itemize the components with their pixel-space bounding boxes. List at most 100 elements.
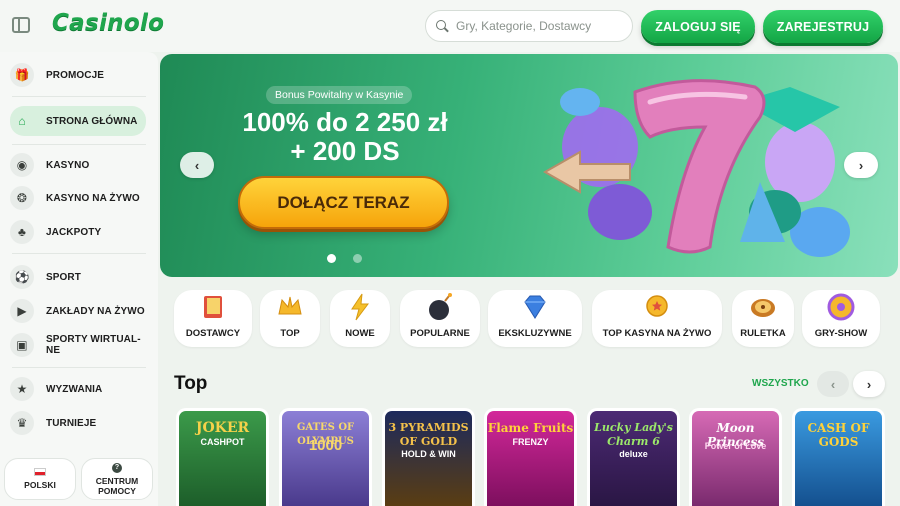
category-label: DOSTAWCY [185, 328, 241, 339]
sidebar-toggle-icon[interactable] [12, 17, 30, 33]
category-label: TOP KASYNA NA ŻYWO [602, 328, 712, 339]
sidebar-item-home[interactable]: ⌂ STRONA GŁÓWNA [10, 106, 146, 136]
sidebar-item-promocje[interactable]: 🎁 PROMOCJE [10, 61, 146, 89]
category-label: EKSKLUZYWNE [498, 328, 572, 339]
game-tile-pyramids-of-gold[interactable]: 3 PYRAMIDS OF GOLD HOLD & WIN [382, 408, 475, 506]
sidebar-item-challenges[interactable]: ★ WYZWANIA [10, 375, 146, 403]
category-providers[interactable]: DOSTAWCY [174, 290, 252, 347]
category-top[interactable]: TOP [260, 290, 320, 347]
category-new[interactable]: NOWE [330, 290, 390, 347]
game-tile-flame-fruits[interactable]: Flame Fruits FRENZY [484, 408, 577, 506]
game-tile-cash-of-gods[interactable]: CASH OF GODS [792, 408, 885, 506]
help-label-line2: POMOCY [98, 485, 136, 496]
divider [12, 96, 146, 97]
category-label: GRY-SHOW [814, 328, 868, 339]
banner-headline: 100% do 2 250 zł + 200 DS [220, 108, 470, 166]
sidebar-item-tournaments[interactable]: ♛ TURNIEJE [10, 409, 146, 437]
game-subtitle: CASHPOT [200, 437, 245, 447]
category-popular[interactable]: POPULARNE [400, 290, 480, 347]
divider [12, 367, 146, 368]
slide-dot-active[interactable] [327, 254, 336, 263]
sidebar-item-label: KASYNO [46, 159, 90, 171]
category-roulette[interactable]: RULETKA [732, 290, 794, 347]
game-title: CASH OF GODS [807, 421, 870, 449]
home-icon: ⌂ [18, 114, 26, 128]
chip-icon: ◉ [10, 153, 34, 177]
sidebar-item-label: PROMOCJE [46, 69, 105, 81]
clover-icon: ♣ [10, 220, 34, 244]
game-tile-gates-of-olympus[interactable]: GATES OF OLYMPUS 1000 [279, 408, 372, 506]
see-all-link[interactable]: WSZYSTKO [752, 378, 809, 389]
virtual-icon: ▣ [10, 333, 34, 357]
book-icon [204, 296, 222, 318]
banner-prev-button[interactable]: ‹ [180, 152, 214, 178]
casinolo-logo[interactable]: Casinolo [52, 10, 164, 36]
category-label: TOP [280, 328, 300, 339]
banner-headline-line2: + 200 DS [290, 136, 400, 166]
category-label: RULETKA [740, 328, 786, 339]
category-exclusive[interactable]: EKSKLUZYWNE [488, 290, 582, 347]
join-now-button[interactable]: DOŁĄCZ TERAZ [238, 176, 449, 229]
promo-banner[interactable]: Bonus Powitalny w Kasynie 100% do 2 250 … [160, 54, 898, 277]
login-button[interactable]: ZALOGUJ SIĘ [641, 10, 755, 43]
star-icon: ★ [10, 377, 34, 401]
sidebar-item-label: KASYNO NA ŻYWO [46, 192, 140, 204]
chevron-right-icon: › [866, 376, 872, 392]
category-label: POPULARNE [410, 328, 470, 339]
game-title: Lucky Lady's Charm 6 [594, 421, 673, 448]
game-tile-lucky-ladys-charm[interactable]: Lucky Lady's Charm 6 deluxe [587, 408, 680, 506]
game-subtitle: FRENZY [512, 437, 549, 447]
sidebar-item-live-bets[interactable]: ▶ ZAKŁADY NA ŻYWO [10, 297, 146, 325]
sidebar-item-label: ZAKŁADY NA ŻYWO [46, 305, 145, 317]
divider [12, 144, 146, 145]
sidebar-item-kasyno[interactable]: ◉ KASYNO [10, 151, 146, 179]
game-title: 3 PYRAMIDS OF GOLD [388, 421, 469, 448]
sidebar-item-label: SPORT [46, 271, 81, 283]
slide-dot[interactable] [353, 254, 362, 263]
search-bar[interactable] [425, 10, 633, 42]
poland-flag-icon [34, 468, 46, 476]
games-next-button[interactable]: › [853, 371, 885, 397]
sidebar-item-sport[interactable]: ⚽ SPORT [10, 263, 146, 291]
game-subtitle: HOLD & WIN [401, 449, 456, 459]
category-bar: DOSTAWCY TOP NOWE POPULARNE EKSKLUZYWNE … [160, 290, 900, 348]
search-input[interactable] [456, 19, 626, 33]
register-button[interactable]: ZAREJESTRUJ [763, 10, 883, 43]
sidebar-item-label: WYZWANIA [46, 383, 103, 395]
game-subtitle: deluxe [619, 449, 648, 459]
category-label: NOWE [345, 328, 375, 339]
language-button[interactable]: POLSKI [4, 458, 76, 500]
search-icon [436, 20, 448, 32]
game-title: Flame Fruits [487, 421, 574, 435]
help-label-line1: CENTRUM [95, 475, 139, 486]
game-tile-moon-princess[interactable]: Moon Princess Power of Love [689, 408, 782, 506]
roulette-icon: ❂ [10, 186, 34, 210]
help-icon: ? [112, 462, 122, 473]
sidebar-item-jackpots[interactable]: ♣ JACKPOTY [10, 218, 146, 246]
wheel-icon [827, 293, 855, 321]
sidebar-item-virtual-sports[interactable]: ▣ SPORTY WIRTUAL-NE [10, 331, 146, 359]
game-subtitle: Power of Love [704, 441, 767, 451]
lucky-seven-illustration [542, 79, 850, 257]
roulette-wheel-icon [751, 299, 775, 317]
gift-icon: 🎁 [10, 63, 34, 87]
sidebar-item-label: JACKPOTY [46, 226, 102, 238]
banner-pill: Bonus Powitalny w Kasynie [266, 86, 413, 104]
game-tile-joker-cashpot[interactable]: JOKER CASHPOT [176, 408, 269, 506]
language-label: POLSKI [24, 480, 56, 490]
medal-icon [646, 295, 668, 317]
category-top-live[interactable]: TOP KASYNA NA ŻYWO [592, 290, 722, 347]
sidebar-item-live-casino[interactable]: ❂ KASYNO NA ŻYWO [10, 184, 146, 212]
game-subtitle: 1000 [308, 437, 343, 454]
ball-icon: ⚽ [10, 265, 34, 289]
sidebar-item-label: SPORTY WIRTUAL-NE [46, 334, 141, 356]
category-game-shows[interactable]: GRY-SHOW [802, 290, 880, 347]
chevron-left-icon: ‹ [830, 376, 836, 392]
help-center-button[interactable]: ? CENTRUM POMOCY [81, 458, 153, 500]
divider [12, 253, 146, 254]
top-header: Casinolo ZALOGUJ SIĘ ZAREJESTRUJ [0, 0, 900, 52]
lightning-icon [351, 293, 369, 321]
diamond-icon [524, 295, 546, 319]
bomb-icon [429, 293, 452, 320]
games-prev-button[interactable]: ‹ [817, 371, 849, 397]
